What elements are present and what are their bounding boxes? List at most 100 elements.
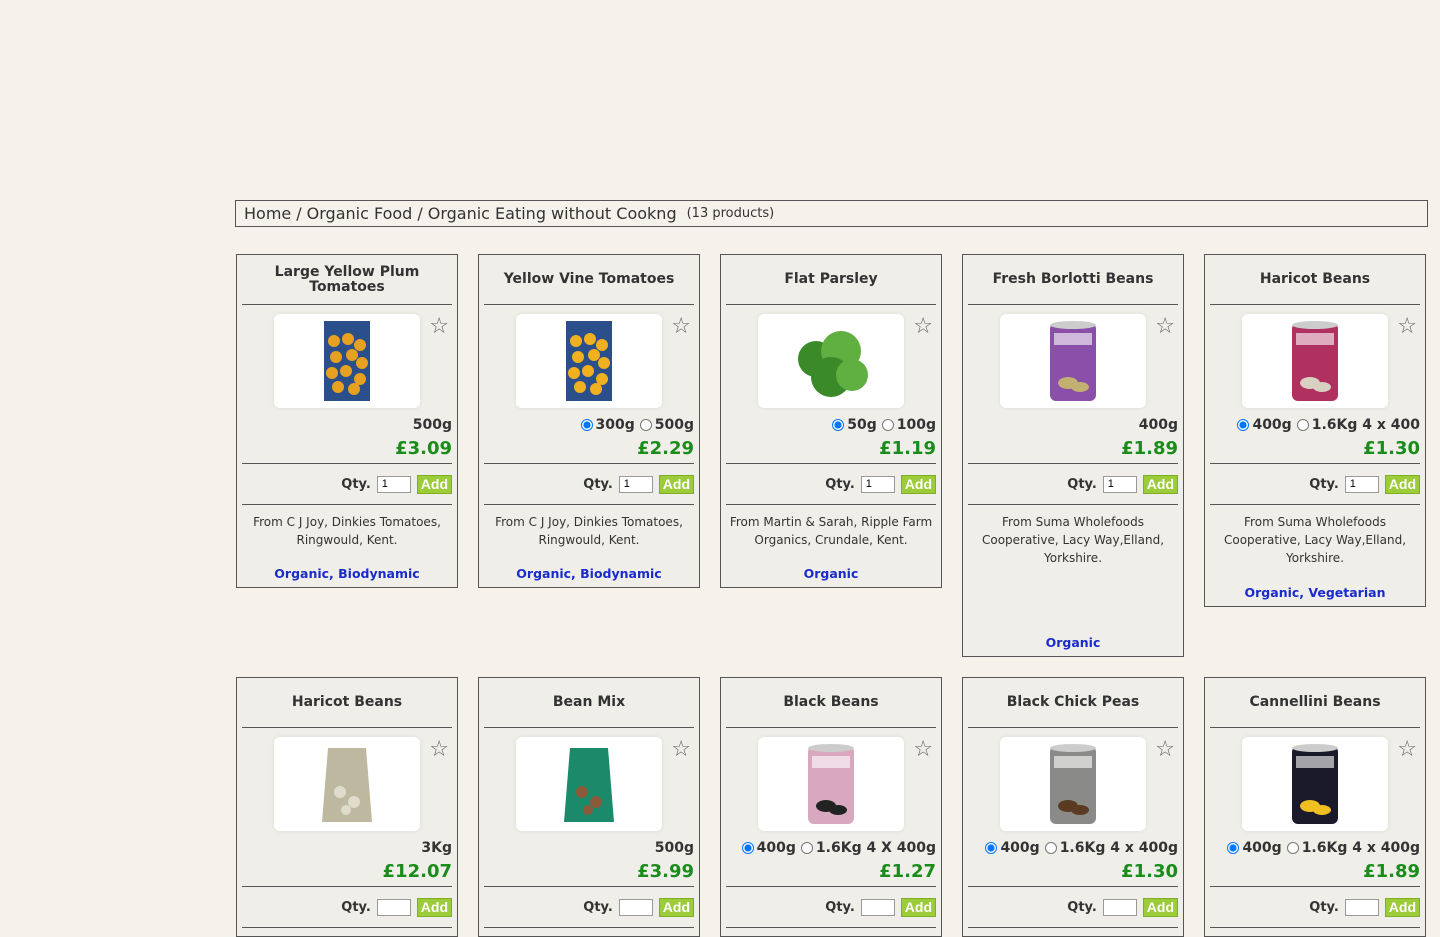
product-price: £3.09	[395, 437, 452, 459]
size-radio[interactable]	[1044, 842, 1057, 854]
favourite-star-icon[interactable]: ☆	[1155, 316, 1175, 338]
size-option[interactable]: 50g	[832, 417, 877, 433]
favourite-star-icon[interactable]: ☆	[429, 316, 449, 338]
product-image-area: ☆	[237, 728, 457, 840]
add-button[interactable]: Add	[900, 474, 936, 494]
size-label: 500g	[654, 417, 694, 433]
product-card: Flat Parsley ☆ 50g 100g £1.19 Qty. Add From Ma…	[720, 254, 942, 588]
size-radio[interactable]	[1296, 419, 1309, 431]
yellow-plum-tomatoes-image	[324, 321, 370, 401]
product-price: £12.07	[382, 860, 452, 882]
size-option[interactable]: 100g	[881, 417, 936, 433]
size-option[interactable]: 1.6Kg 4 x 400g	[1286, 840, 1420, 856]
product-image[interactable]	[758, 737, 904, 831]
favourite-star-icon[interactable]: ☆	[429, 739, 449, 761]
qty-input[interactable]	[1102, 898, 1137, 916]
add-button[interactable]: Add	[1142, 474, 1178, 494]
add-button[interactable]: Add	[1384, 897, 1420, 917]
size-radio[interactable]	[832, 419, 845, 431]
size-radio[interactable]	[1227, 842, 1240, 854]
size-option[interactable]: 400g	[1237, 417, 1292, 433]
product-tags-link[interactable]: Organic	[963, 635, 1183, 650]
favourite-star-icon[interactable]: ☆	[1397, 739, 1417, 761]
favourite-star-icon[interactable]: ☆	[1155, 739, 1175, 761]
product-title[interactable]: Fresh Borlotti Beans	[968, 255, 1178, 305]
qty-input[interactable]	[860, 898, 895, 916]
qty-label: Qty.	[1309, 899, 1339, 915]
size-label: 400g	[1242, 840, 1282, 856]
size-radio[interactable]	[985, 842, 998, 854]
product-image[interactable]	[274, 737, 420, 831]
add-button[interactable]: Add	[658, 474, 694, 494]
favourite-star-icon[interactable]: ☆	[913, 316, 933, 338]
product-title[interactable]: Bean Mix	[484, 678, 694, 728]
product-title[interactable]: Haricot Beans	[242, 678, 452, 728]
product-image[interactable]	[1242, 737, 1388, 831]
qty-input[interactable]	[1102, 475, 1137, 493]
favourite-star-icon[interactable]: ☆	[913, 739, 933, 761]
product-title[interactable]: Black Beans	[726, 678, 936, 728]
size-radio[interactable]	[580, 419, 593, 431]
qty-input[interactable]	[1344, 898, 1379, 916]
qty-input[interactable]	[376, 475, 411, 493]
add-button[interactable]: Add	[416, 474, 452, 494]
product-image[interactable]	[1242, 314, 1388, 408]
favourite-star-icon[interactable]: ☆	[671, 316, 691, 338]
size-option[interactable]: 1.6Kg 4 X 400g	[800, 840, 936, 856]
product-tags-link[interactable]: Organic, Biodynamic	[479, 566, 699, 581]
product-image[interactable]	[1000, 737, 1146, 831]
add-button[interactable]: Add	[658, 897, 694, 917]
product-title[interactable]: Black Chick Peas	[968, 678, 1178, 728]
size-option[interactable]: 300g	[580, 417, 635, 433]
size-radio[interactable]	[800, 842, 813, 854]
add-button[interactable]: Add	[1142, 897, 1178, 917]
size-option[interactable]: 500g	[639, 417, 694, 433]
qty-input[interactable]	[618, 475, 653, 493]
size-radio[interactable]	[1286, 842, 1299, 854]
size-options: 500g	[484, 840, 694, 856]
size-label: 50g	[847, 417, 877, 433]
product-tags-link[interactable]: Organic	[721, 566, 941, 581]
size-option[interactable]: 1.6Kg 4 x 400	[1296, 417, 1420, 433]
size-option[interactable]: 400g	[985, 840, 1040, 856]
product-image-area: ☆	[963, 728, 1183, 840]
size-radio[interactable]	[741, 842, 754, 854]
qty-input[interactable]	[1344, 475, 1379, 493]
size-option[interactable]: 400g	[741, 840, 796, 856]
product-image[interactable]	[1000, 314, 1146, 408]
size-options: 3Kg	[242, 840, 452, 856]
product-image[interactable]	[516, 314, 662, 408]
product-title[interactable]: Large Yellow Plum Tomatoes	[242, 255, 452, 305]
product-image[interactable]	[274, 314, 420, 408]
product-tags-link[interactable]: Organic, Vegetarian	[1205, 585, 1425, 600]
product-image[interactable]	[516, 737, 662, 831]
size-option[interactable]: 400g	[1227, 840, 1282, 856]
add-button[interactable]: Add	[416, 897, 452, 917]
size-radio[interactable]	[881, 419, 894, 431]
black-beans-can-image	[808, 744, 854, 824]
product-title[interactable]: Haricot Beans	[1210, 255, 1420, 305]
product-card: Haricot Beans ☆ 400g 1.6Kg 4 x 400 £1.30 Qty…	[1204, 254, 1426, 607]
size-radio[interactable]	[1237, 419, 1250, 431]
add-button[interactable]: Add	[1384, 474, 1420, 494]
size-options: 400g	[968, 417, 1178, 433]
qty-input[interactable]	[618, 898, 653, 916]
product-image[interactable]	[758, 314, 904, 408]
product-title[interactable]: Yellow Vine Tomatoes	[484, 255, 694, 305]
add-button[interactable]: Add	[900, 897, 936, 917]
size-label: 400g	[756, 840, 796, 856]
size-radio[interactable]	[639, 419, 652, 431]
qty-input[interactable]	[860, 475, 895, 493]
product-card: Cannellini Beans ☆ 400g 1.6Kg 4 x 400g £1.8…	[1204, 677, 1426, 937]
product-image-area: ☆	[963, 305, 1183, 417]
breadcrumb-home-link[interactable]: Home	[244, 204, 291, 223]
product-tags-link[interactable]: Organic, Biodynamic	[237, 566, 457, 581]
size-option[interactable]: 1.6Kg 4 x 400g	[1044, 840, 1178, 856]
qty-input[interactable]	[376, 898, 411, 916]
favourite-star-icon[interactable]: ☆	[1397, 316, 1417, 338]
size-label: 500g	[412, 417, 452, 433]
breadcrumb-category-link[interactable]: Organic Food	[307, 204, 413, 223]
favourite-star-icon[interactable]: ☆	[671, 739, 691, 761]
product-title[interactable]: Flat Parsley	[726, 255, 936, 305]
product-title[interactable]: Cannellini Beans	[1210, 678, 1420, 728]
